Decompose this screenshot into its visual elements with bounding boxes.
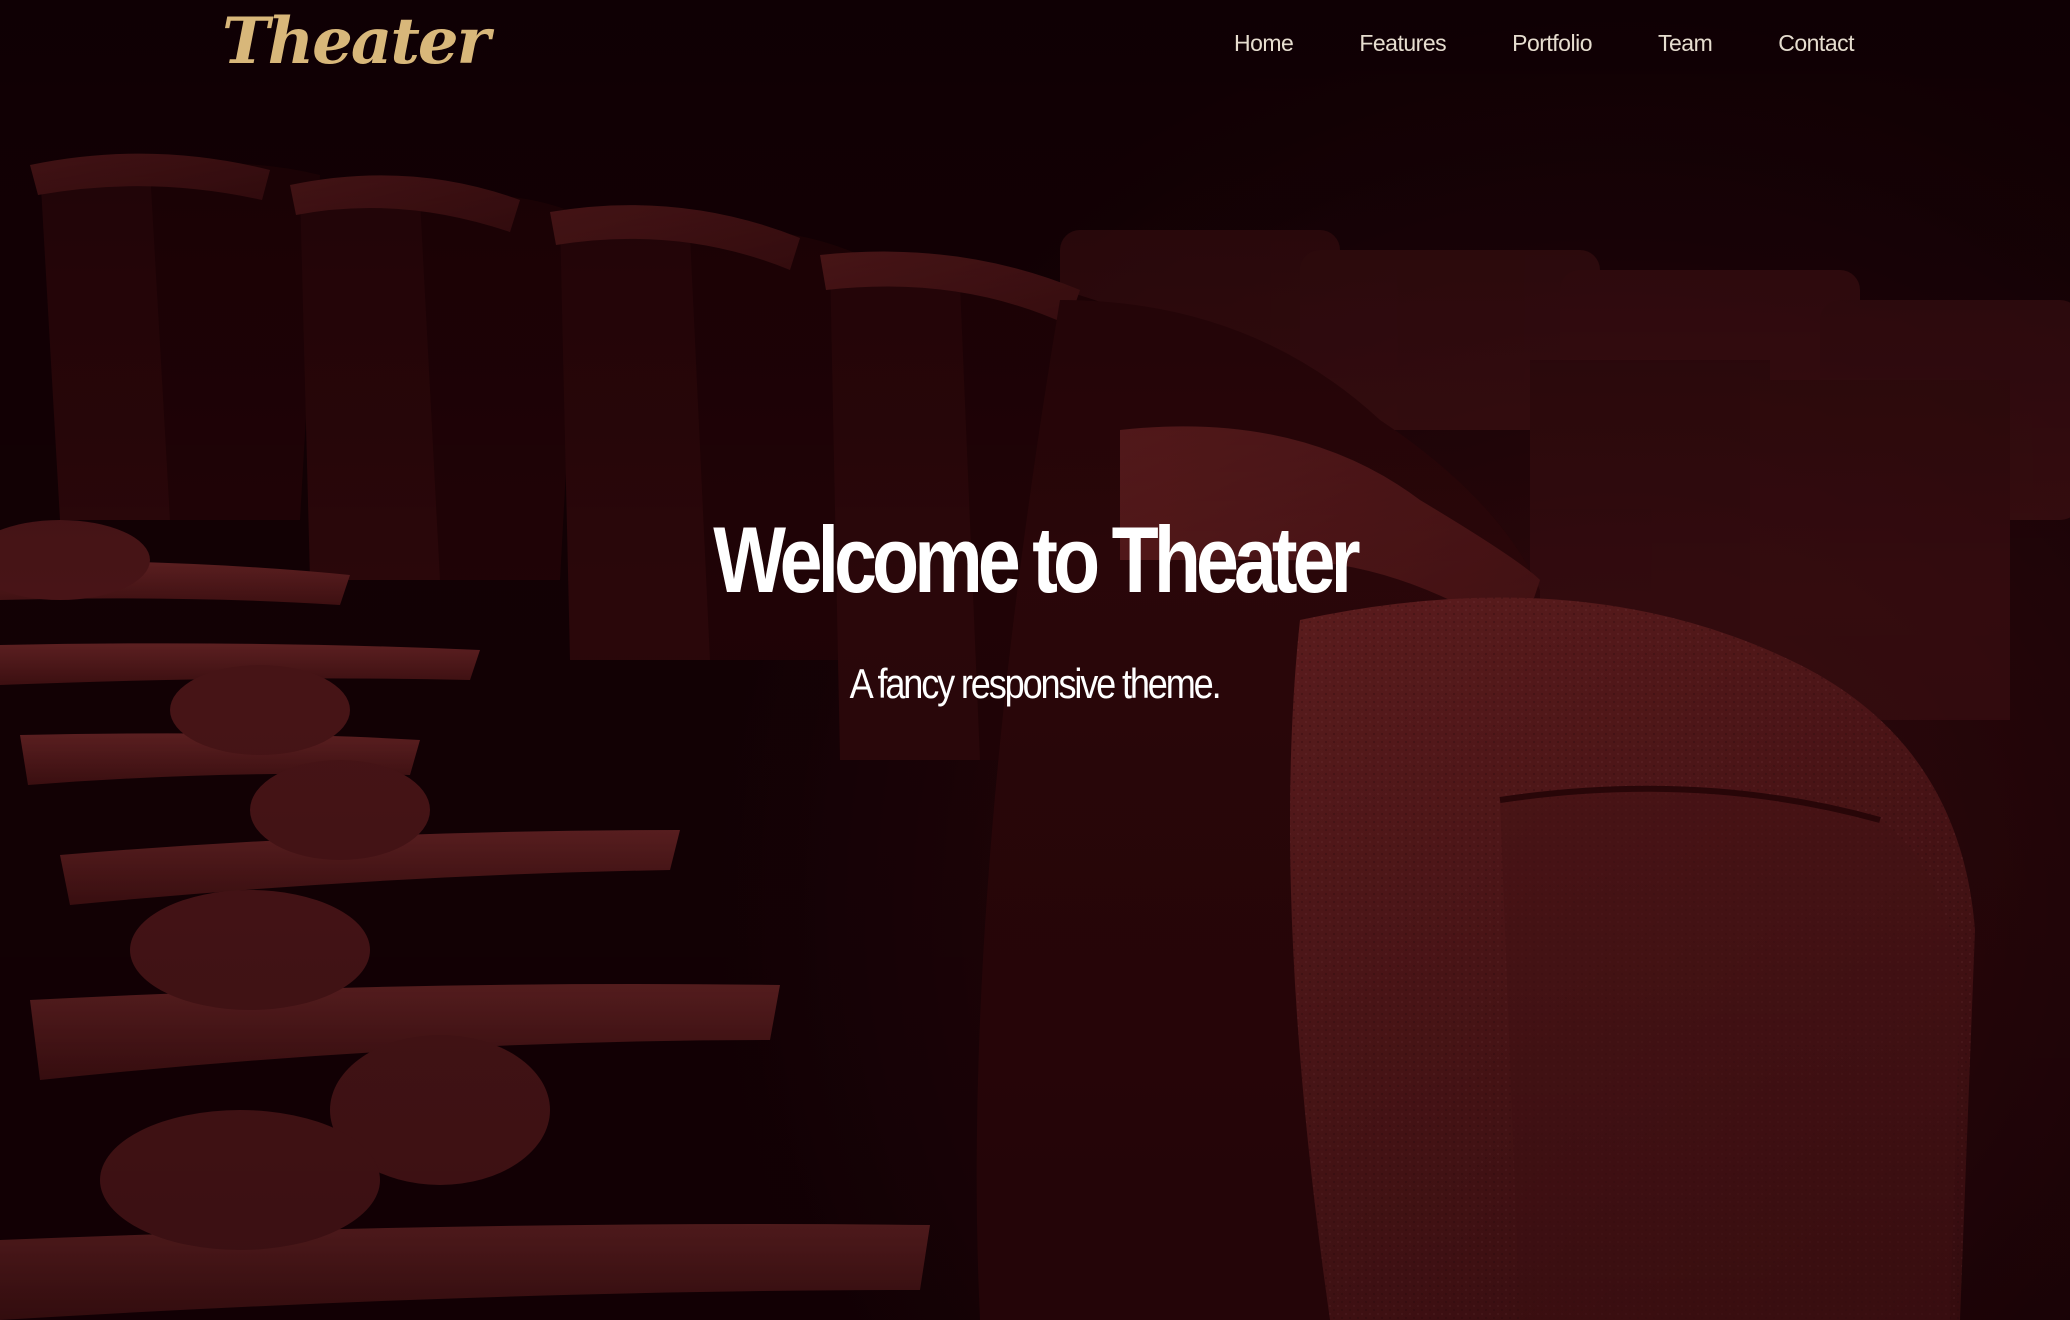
nav-item-team[interactable]: Team bbox=[1658, 26, 1713, 60]
nav-item-features[interactable]: Features bbox=[1359, 26, 1446, 60]
page: Theater Home Features Portfolio Team Con… bbox=[0, 0, 2070, 1320]
nav-item-contact[interactable]: Contact bbox=[1778, 26, 1854, 60]
nav-item-home[interactable]: Home bbox=[1234, 26, 1294, 60]
nav-item-portfolio[interactable]: Portfolio bbox=[1512, 26, 1592, 60]
main-nav: Home Features Portfolio Team Contact bbox=[1234, 26, 1855, 60]
site-logo[interactable]: Theater bbox=[222, 2, 490, 82]
hero-title: Welcome to Theater bbox=[713, 507, 1360, 612]
hero-subtitle: A fancy responsive theme. bbox=[849, 660, 1222, 707]
